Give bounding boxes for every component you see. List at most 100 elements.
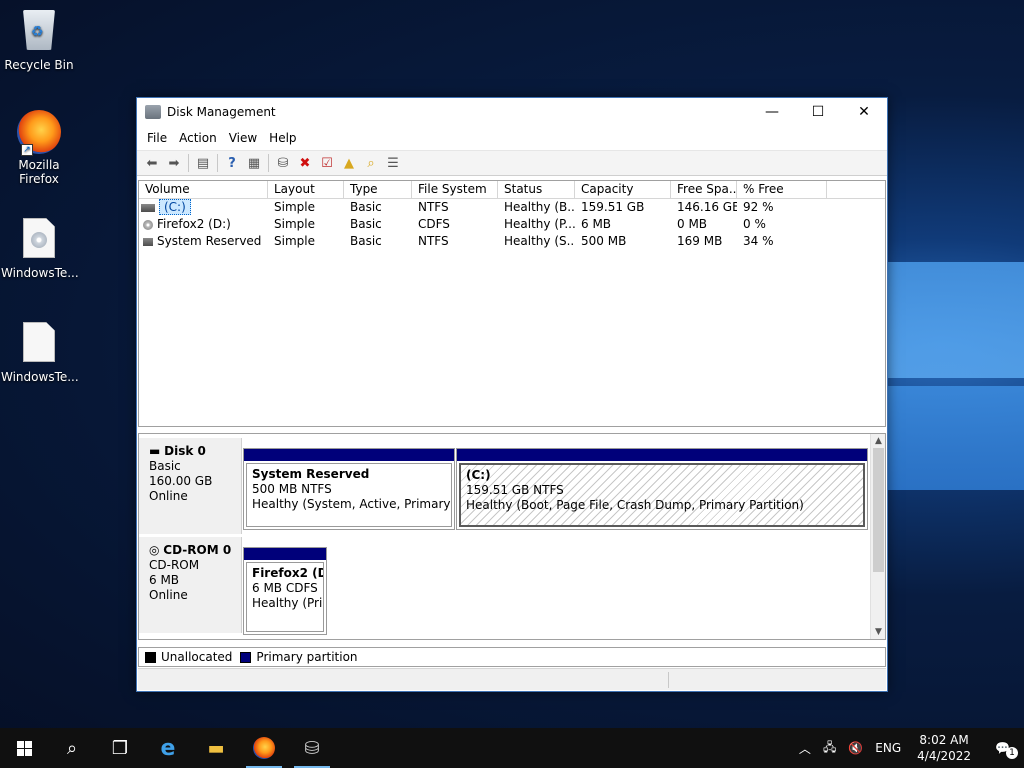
volume-list-header: Volume Layout Type File System Status Ca… [139,181,885,199]
disc-image-file-icon [17,218,61,262]
partition-status: Healthy (Prir [252,596,324,610]
status-cell: Healthy (S... [504,234,575,248]
help-icon[interactable]: ? [221,153,243,173]
disk-row-cdrom-0[interactable]: ◎ CD-ROM 0 CD-ROM 6 MB Online Firefox2 (… [139,537,871,635]
disk-state: Online [149,489,188,503]
partition-c[interactable]: (C:) 159.51 GB NTFS Healthy (Boot, Page … [456,448,868,530]
col-file-system[interactable]: File System [412,181,498,198]
desktop-icon-windows-test-2[interactable]: WindowsTe... [1,322,79,384]
volume-icon [143,237,153,246]
internet-explorer-icon[interactable]: e [144,728,192,768]
free-cell: 0 MB [677,217,708,231]
pct-free-cell: 34 % [743,234,774,248]
col-layout[interactable]: Layout [268,181,344,198]
start-button[interactable] [0,728,48,768]
scrollbar-thumb[interactable] [873,448,884,572]
status-bar [138,668,886,690]
minimize-button[interactable]: — [749,98,795,126]
partition-name: System Reserved [252,467,370,481]
taskbar: ⌕ ❐ e ▬ ⛁ ︿ 🖧 🔇 ENG 8:02 AM 4/4/2022 💬 1 [0,728,1024,768]
toolbar-separator [188,154,189,172]
primary-partition-swatch [240,651,252,663]
task-view-icon[interactable]: ❐ [96,728,144,768]
partition-firefox2-d[interactable]: Firefox2 (D 6 MB CDFS Healthy (Prir [243,547,327,635]
menu-action[interactable]: Action [173,131,223,145]
menu-view[interactable]: View [223,131,263,145]
desktop-icon-recycle-bin[interactable]: ♻ Recycle Bin [1,10,77,72]
col-capacity[interactable]: Capacity [575,181,671,198]
volume-muted-icon[interactable]: 🔇 [842,741,869,755]
vertical-scrollbar[interactable]: ▲ ▼ [870,434,885,639]
menu-help[interactable]: Help [263,131,302,145]
col-percent-free[interactable]: % Free [737,181,827,198]
search-icon[interactable]: ⌕ [48,728,96,768]
windows-logo-icon [16,740,32,756]
window-title: Disk Management [167,105,276,119]
title-bar[interactable]: Disk Management — ☐ ✕ [137,98,887,126]
capacity-cell: 6 MB [581,217,612,231]
network-icon[interactable]: 🖧 [817,738,842,759]
search-folder-icon[interactable]: ⌕ [360,153,382,173]
chevron-up-icon[interactable]: ︿ [793,740,817,757]
back-arrow-icon[interactable]: ⬅ [141,153,163,173]
layout-cell: Simple [274,217,315,231]
status-divider [668,672,669,688]
firefox-taskbar-icon[interactable] [240,728,288,768]
menu-bar: File Action View Help [137,126,887,150]
free-cell: 146.16 GB [677,200,737,214]
table-row[interactable]: Firefox2 (D:) Simple Basic CDFS Healthy … [139,216,885,233]
partition-size: 159.51 GB NTFS [466,483,564,497]
partition-name: (C:) [466,468,491,482]
clock[interactable]: 8:02 AM 4/4/2022 [907,732,981,764]
properties-icon[interactable]: ▦ [243,153,265,173]
disk-row-disk-0[interactable]: ▬ Disk 0 Basic 160.00 GB Online System R… [139,438,871,534]
legend-primary: Primary partition [256,650,358,664]
table-row[interactable]: System Reserved Simple Basic NTFS Health… [139,233,885,250]
partition-status: Healthy (System, Active, Primary Part [252,497,451,511]
input-language[interactable]: ENG [869,741,907,755]
check-icon[interactable]: ☑ [316,153,338,173]
cd-drive-icon [143,219,153,230]
disk-label[interactable]: ▬ Disk 0 Basic 160.00 GB Online [139,438,242,534]
fs-cell: NTFS [418,234,449,248]
desktop-icon-label: Mozilla Firefox [18,158,60,186]
scroll-up-icon[interactable]: ▲ [871,434,885,448]
primary-partition-bar [457,449,867,461]
delete-icon[interactable]: ✖ [294,153,316,173]
col-volume[interactable]: Volume [139,181,268,198]
close-button[interactable]: ✕ [841,98,887,126]
recycle-bin-icon: ♻ [17,10,61,54]
disk-management-taskbar-icon[interactable]: ⛁ [288,728,336,768]
partition-status: Healthy (Boot, Page File, Crash Dump, Pr… [466,498,804,512]
status-cell: Healthy (B... [504,200,575,214]
col-status[interactable]: Status [498,181,575,198]
cd-drive-icon: ◎ [149,543,164,557]
clock-date: 4/4/2022 [917,749,972,763]
list-view-icon[interactable]: ☰ [382,153,404,173]
disk-management-icon [145,105,161,119]
connect-disk-icon[interactable]: ⛁ [272,153,294,173]
disk-size: 160.00 GB [149,474,213,488]
col-type[interactable]: Type [344,181,412,198]
desktop-icon-firefox[interactable]: ↗ Mozilla Firefox [1,110,77,186]
capacity-cell: 500 MB [581,234,627,248]
forward-arrow-icon[interactable]: ➡ [163,153,185,173]
notification-center-button[interactable]: 💬 1 [981,741,1024,759]
desktop-icon-windows-test-1[interactable]: WindowsTe... [1,218,79,280]
fs-cell: NTFS [418,200,449,214]
fs-cell: CDFS [418,217,450,231]
disk-kind: CD-ROM [149,558,200,572]
volume-list: Volume Layout Type File System Status Ca… [138,180,886,427]
menu-file[interactable]: File [141,131,173,145]
console-tree-icon[interactable]: ▤ [192,153,214,173]
type-cell: Basic [350,200,382,214]
col-free-space[interactable]: Free Spa... [671,181,737,198]
free-cell: 169 MB [677,234,723,248]
folder-up-icon[interactable]: ▲ [338,153,360,173]
table-row[interactable]: (C:) Simple Basic NTFS Healthy (B... 159… [139,199,885,216]
file-explorer-icon[interactable]: ▬ [192,728,240,768]
disk-label[interactable]: ◎ CD-ROM 0 CD-ROM 6 MB Online [139,537,242,633]
maximize-button[interactable]: ☐ [795,98,841,126]
partition-system-reserved[interactable]: System Reserved 500 MB NTFS Healthy (Sys… [243,448,455,530]
scroll-down-icon[interactable]: ▼ [871,625,885,639]
